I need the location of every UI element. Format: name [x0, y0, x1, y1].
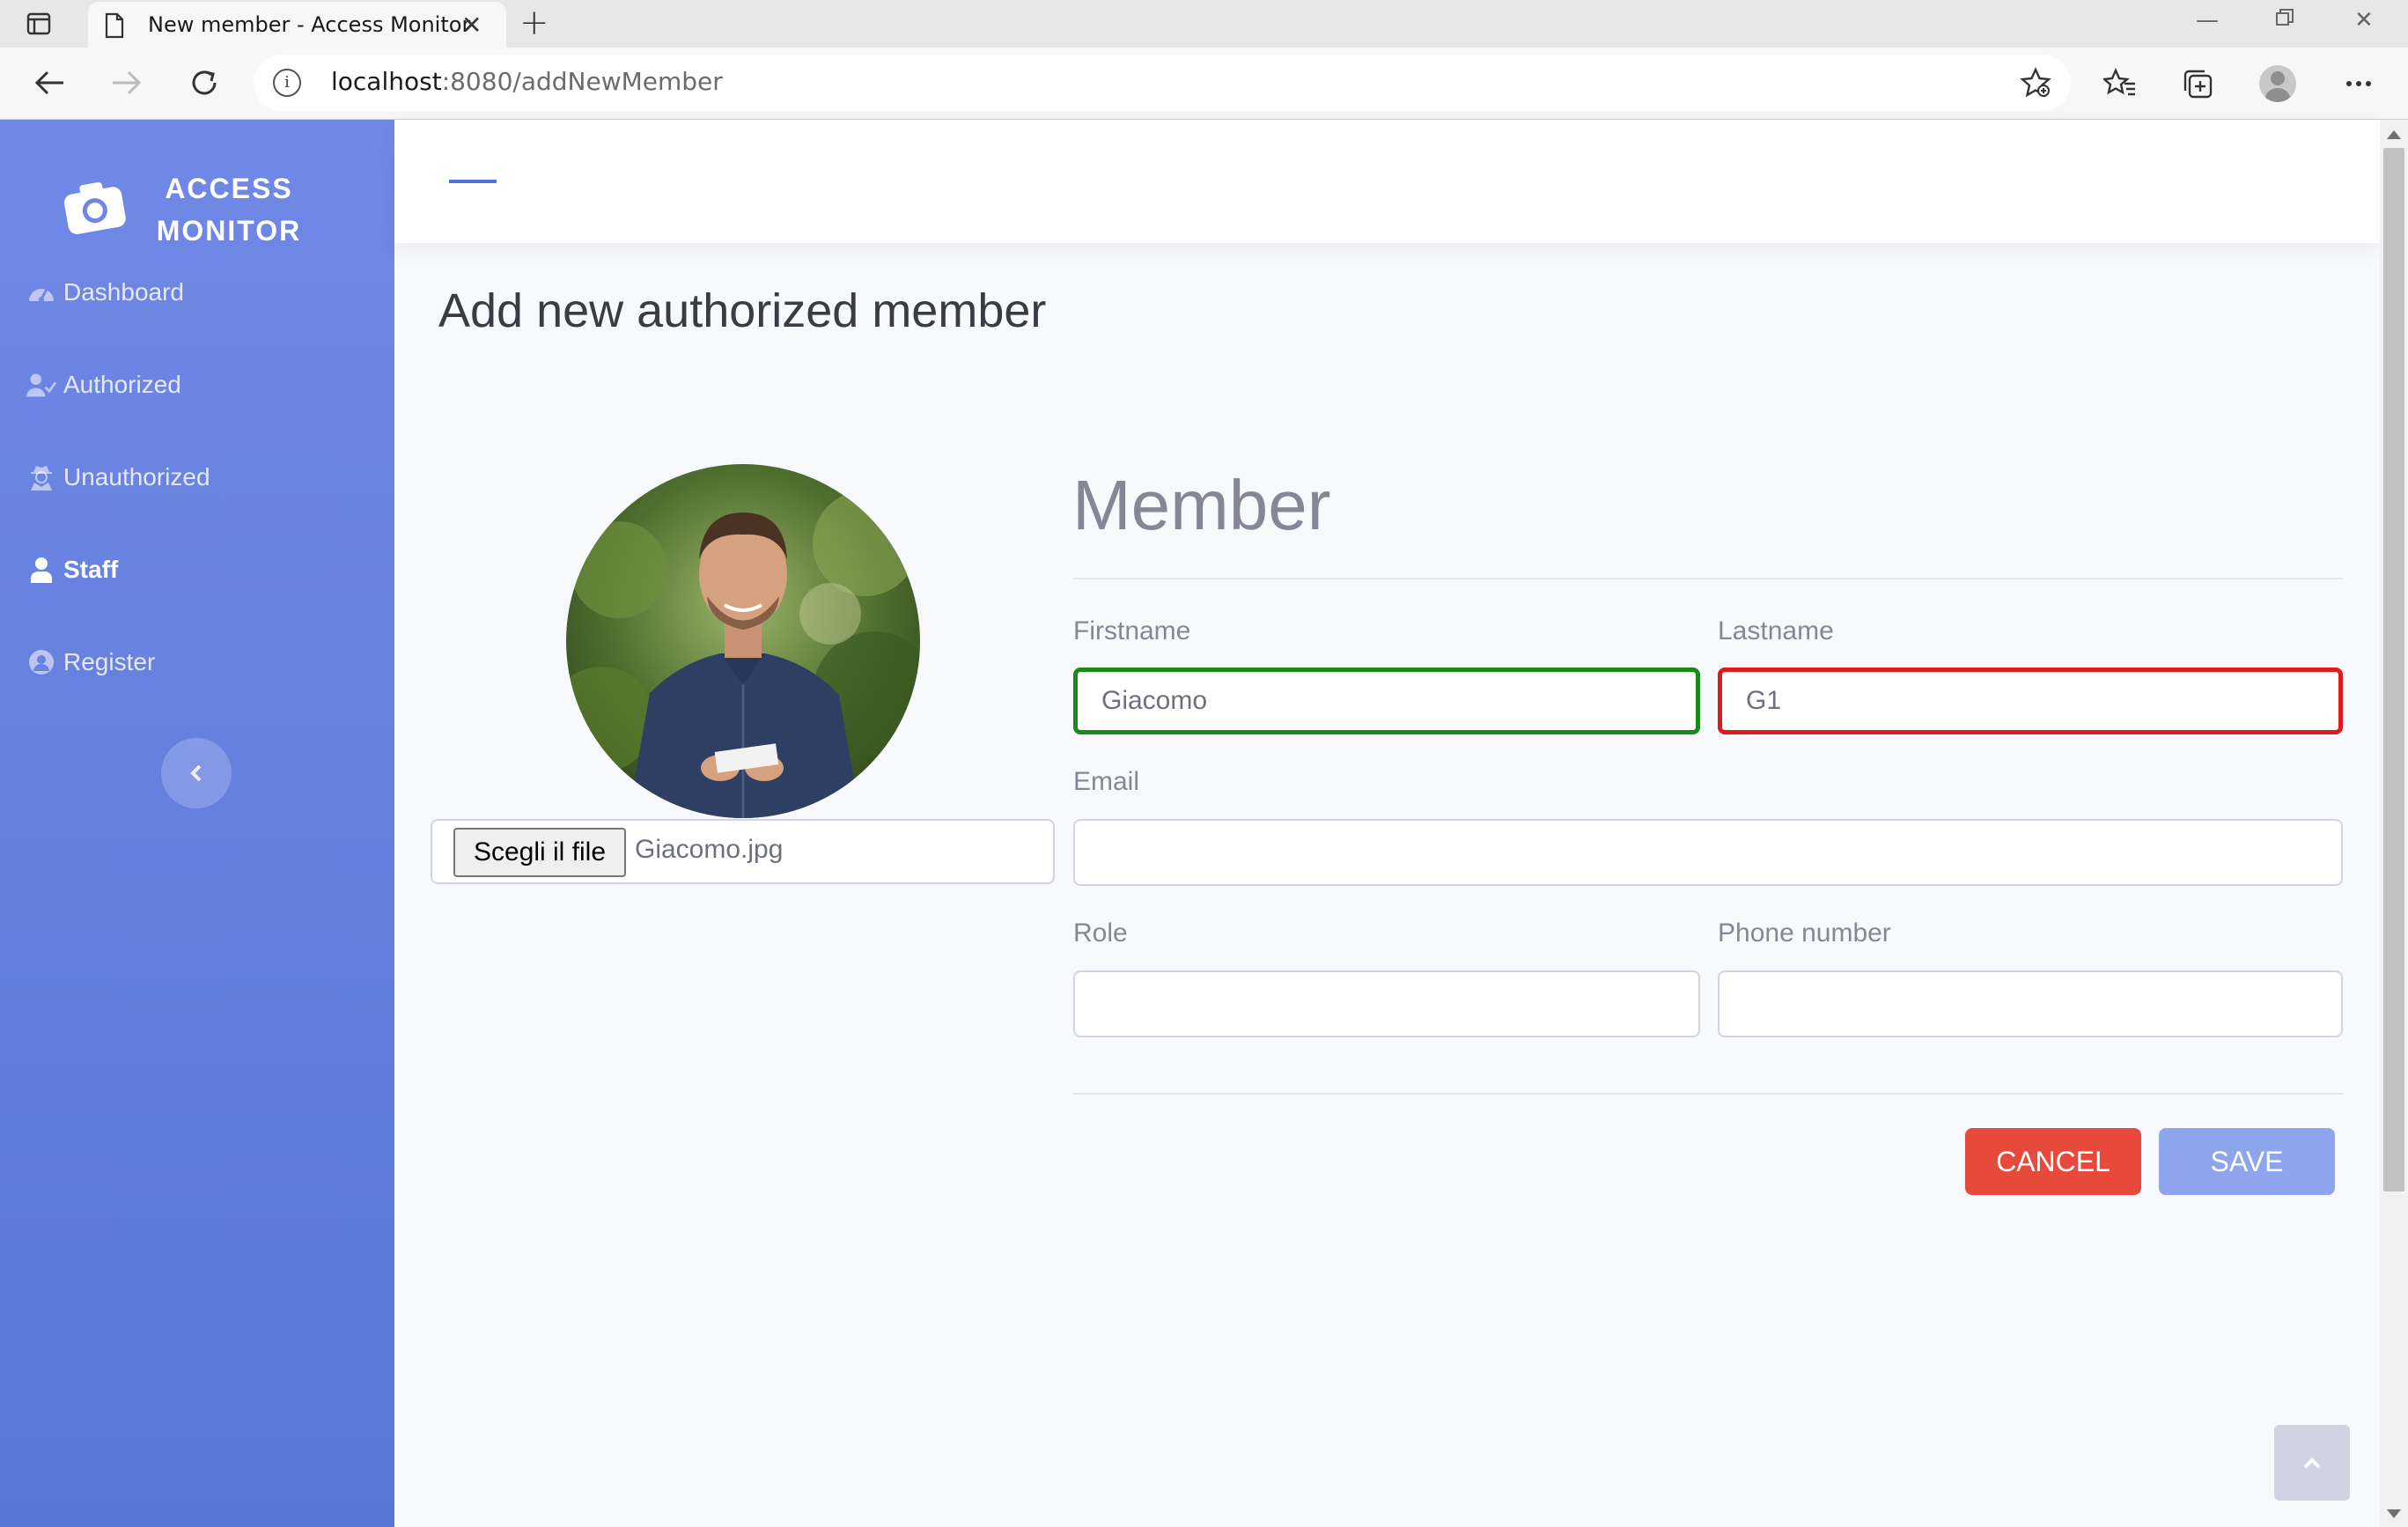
brand-name: ACCESS MONITOR: [150, 167, 308, 252]
scroll-to-top-button[interactable]: [2274, 1425, 2350, 1501]
minimize-icon[interactable]: —: [2196, 7, 2219, 33]
sidebar-item-label: Dashboard: [63, 278, 184, 306]
user-circle-icon: [26, 647, 56, 677]
tachometer-icon: [26, 277, 56, 307]
tab-actions-icon[interactable]: [25, 11, 53, 37]
brand-line-1: ACCESS: [165, 173, 293, 204]
favorites-icon[interactable]: [2100, 63, 2140, 104]
sidebar-item-label: Authorized: [63, 371, 181, 398]
divider: [1073, 1093, 2343, 1095]
sidebar-item-dashboard[interactable]: Dashboard: [26, 266, 184, 319]
browser-toolbar: i localhost:8080/addNewMember: [0, 48, 2408, 120]
page-icon: [104, 12, 125, 42]
selected-file-name: Giacomo.jpg: [635, 835, 784, 864]
member-photo: [566, 464, 920, 818]
sidebar-item-staff[interactable]: Staff: [26, 543, 118, 596]
save-button[interactable]: SAVE: [2159, 1128, 2335, 1195]
topbar: [394, 120, 2380, 243]
url-path: :8080/addNewMember: [441, 67, 723, 96]
close-tab-icon[interactable]: ✕: [461, 13, 482, 38]
sidebar-toggle-button[interactable]: [161, 738, 232, 808]
scroll-down-arrow[interactable]: [2387, 1509, 2401, 1518]
lastname-field[interactable]: G1: [1718, 668, 2343, 734]
page-title: Add new authorized member: [438, 284, 1047, 337]
sidebar-item-label: Register: [63, 648, 156, 675]
section-title: Member: [1072, 466, 1331, 544]
user-check-icon: [26, 370, 56, 400]
role-field[interactable]: [1073, 970, 1700, 1037]
file-input[interactable]: Scegli il file Giacomo.jpg: [431, 819, 1055, 884]
profile-avatar[interactable]: [2257, 63, 2298, 104]
scroll-thumb[interactable]: [2383, 148, 2404, 1191]
phone-label: Phone number: [1718, 918, 1891, 948]
page-scrollbar[interactable]: [2380, 120, 2408, 1527]
cancel-button[interactable]: CANCEL: [1965, 1128, 2141, 1195]
add-favorite-icon[interactable]: [2020, 67, 2051, 102]
topbar-accent-line: [449, 180, 497, 183]
sidebar-item-register[interactable]: Register: [26, 636, 155, 689]
brand-line-2: MONITOR: [156, 215, 302, 247]
phone-field[interactable]: [1718, 970, 2343, 1037]
divider: [1073, 578, 2343, 579]
collections-icon[interactable]: [2177, 63, 2218, 104]
scroll-up-arrow[interactable]: [2387, 130, 2401, 139]
refresh-icon[interactable]: [185, 63, 224, 102]
back-icon[interactable]: [30, 63, 69, 102]
chevron-up-icon: [2303, 1457, 2321, 1469]
url-text: localhost:8080/addNewMember: [331, 67, 723, 96]
user-secret-icon: [26, 462, 56, 492]
sidebar-item-label: Unauthorized: [63, 463, 210, 491]
site-info-icon[interactable]: i: [273, 69, 301, 97]
firstname-label: Firstname: [1073, 616, 1191, 645]
email-label: Email: [1073, 767, 1140, 796]
forward-icon[interactable]: [107, 63, 146, 102]
close-window-icon[interactable]: ✕: [2354, 7, 2374, 33]
sidebar-item-authorized[interactable]: Authorized: [26, 358, 181, 411]
camera-icon: [62, 178, 129, 238]
address-bar[interactable]: i localhost:8080/addNewMember: [254, 55, 2071, 111]
firstname-field[interactable]: Giacomo: [1073, 668, 1700, 734]
browser-tab[interactable]: New member - Access Monitor ✕: [88, 2, 506, 48]
restore-icon[interactable]: [2275, 7, 2294, 33]
sidebar-item-unauthorized[interactable]: Unauthorized: [26, 451, 210, 504]
sidebar: ACCESS MONITOR Dashboard Authorized Unau…: [0, 120, 394, 1527]
email-field[interactable]: [1073, 819, 2343, 886]
new-tab-icon[interactable]: +: [519, 5, 549, 41]
more-menu-icon[interactable]: [2338, 63, 2379, 104]
user-icon: [26, 555, 56, 585]
sidebar-item-label: Staff: [63, 556, 119, 583]
lastname-label: Lastname: [1718, 616, 1834, 645]
tab-title: New member - Access Monitor: [148, 12, 471, 37]
brand[interactable]: ACCESS MONITOR: [62, 146, 343, 247]
role-label: Role: [1073, 918, 1128, 948]
browser-tab-bar: New member - Access Monitor ✕ + — ✕: [0, 0, 2408, 48]
chevron-left-icon: [190, 764, 202, 782]
choose-file-button[interactable]: Scegli il file: [453, 828, 626, 877]
url-host: localhost: [331, 67, 442, 96]
